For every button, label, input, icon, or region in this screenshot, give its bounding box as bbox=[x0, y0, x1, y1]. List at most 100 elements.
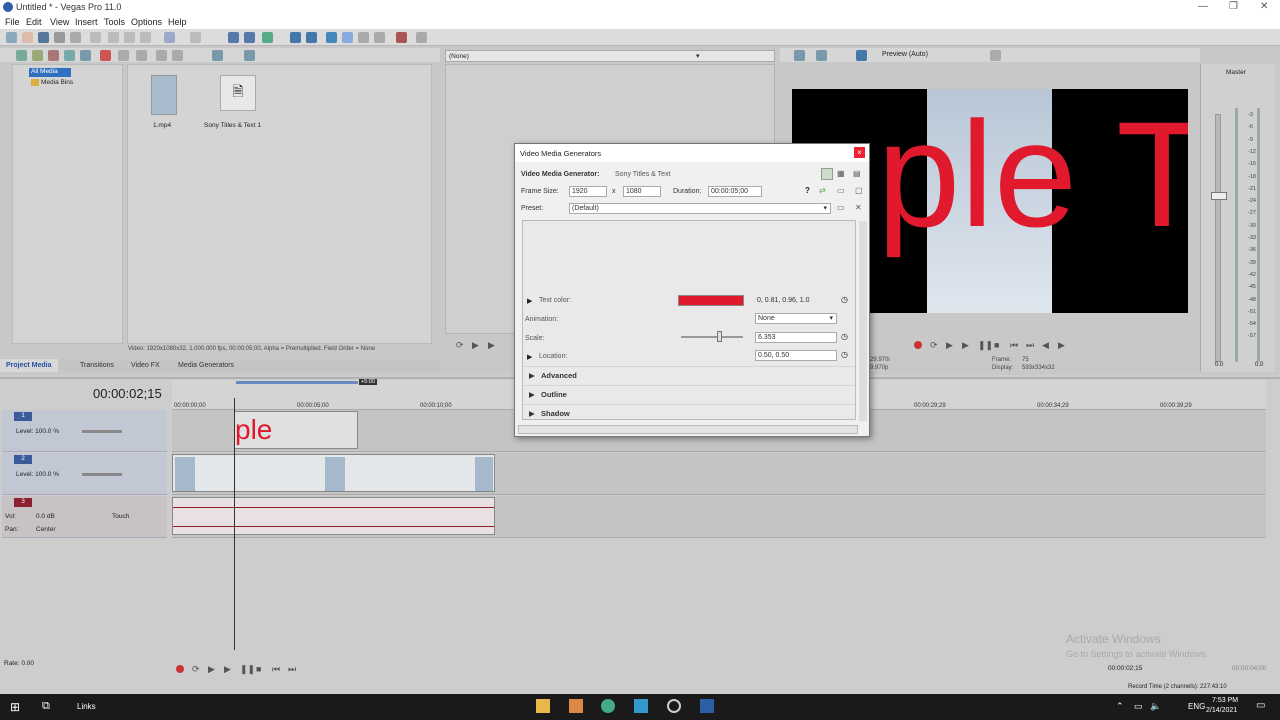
save-icon[interactable] bbox=[38, 32, 49, 43]
track-header-2[interactable]: 2 Level: 100.0 % bbox=[2, 453, 167, 495]
lock-envelopes-icon[interactable] bbox=[290, 32, 301, 43]
text-color-swatch[interactable] bbox=[678, 295, 744, 306]
animate-icon[interactable]: ◷ bbox=[841, 332, 848, 341]
paste-icon[interactable] bbox=[140, 32, 151, 43]
menu-options[interactable]: Options bbox=[131, 17, 162, 27]
animate-icon[interactable]: ◷ bbox=[841, 350, 848, 359]
save-as-icon[interactable] bbox=[54, 32, 65, 43]
scale-slider-track[interactable] bbox=[681, 336, 743, 338]
app-icon[interactable] bbox=[569, 699, 583, 713]
plug-in-chain-icon[interactable]: ⇄ bbox=[819, 186, 826, 195]
chrome-icon[interactable] bbox=[601, 699, 615, 713]
track-header-3[interactable]: 3 Vol: 0.0 dB Touch Pan: Center bbox=[2, 496, 167, 538]
remove-media-icon[interactable] bbox=[100, 50, 111, 61]
get-media-icon[interactable] bbox=[48, 50, 59, 61]
animate-icon[interactable]: ◷ bbox=[841, 295, 848, 304]
play-icon[interactable]: ▶ bbox=[488, 340, 495, 351]
auto-crossfade-icon[interactable] bbox=[244, 32, 255, 43]
new-icon[interactable] bbox=[6, 32, 17, 43]
text-color-value[interactable]: 0, 0.81, 0.96, 1.0 bbox=[757, 297, 810, 304]
tab-media-generators[interactable]: Media Generators bbox=[178, 362, 234, 369]
record-icon[interactable] bbox=[176, 665, 184, 673]
scale-slider-thumb[interactable] bbox=[717, 331, 723, 342]
tab-project-media[interactable]: Project Media bbox=[0, 359, 58, 372]
menu-edit[interactable]: Edit bbox=[26, 17, 42, 27]
search-icon[interactable] bbox=[244, 50, 255, 61]
loop-icon[interactable]: ⟳ bbox=[456, 340, 464, 351]
enable-snapping-icon[interactable] bbox=[228, 32, 239, 43]
menu-file[interactable]: File bbox=[5, 17, 20, 27]
audio-clip[interactable] bbox=[172, 497, 495, 535]
task-view-icon[interactable]: ⧉ bbox=[42, 700, 50, 713]
loop-region-bar[interactable] bbox=[236, 381, 358, 384]
automation-mode[interactable]: Touch bbox=[112, 513, 129, 520]
selection-tool-icon[interactable] bbox=[358, 32, 369, 43]
online-help-icon[interactable] bbox=[396, 32, 407, 43]
ignore-grouping-icon[interactable] bbox=[306, 32, 317, 43]
menu-view[interactable]: View bbox=[50, 17, 69, 27]
play-from-start-icon[interactable]: ▶ bbox=[472, 340, 479, 351]
video-clip[interactable] bbox=[172, 454, 495, 492]
frame-height-input[interactable]: 1080 bbox=[623, 186, 661, 197]
capture-video-icon[interactable] bbox=[32, 50, 43, 61]
redo-icon[interactable] bbox=[190, 32, 201, 43]
open-icon[interactable] bbox=[22, 32, 33, 43]
media-fx-icon[interactable] bbox=[118, 50, 129, 61]
undo-icon[interactable] bbox=[164, 32, 175, 43]
import-media-icon[interactable] bbox=[16, 50, 27, 61]
tree-item-all-media[interactable]: All Media bbox=[29, 68, 71, 77]
frame-width-input[interactable]: 1920 bbox=[569, 186, 607, 197]
record-icon[interactable] bbox=[914, 341, 922, 349]
level-slider[interactable] bbox=[82, 473, 122, 476]
text-edit-area[interactable] bbox=[523, 221, 855, 291]
trimmer-select[interactable]: (None) ▾ bbox=[445, 50, 775, 62]
expand-icon[interactable]: ▶ bbox=[527, 353, 532, 361]
minimize-icon[interactable]: — bbox=[1198, 1, 1208, 12]
close-icon[interactable]: ✕ bbox=[1260, 1, 1268, 12]
pause-icon[interactable]: ❚❚ bbox=[240, 664, 255, 675]
master-fader-handle[interactable] bbox=[1211, 192, 1227, 200]
loop-icon[interactable]: ⟳ bbox=[192, 664, 200, 675]
normal-edit-tool-icon[interactable] bbox=[326, 32, 337, 43]
render-icon[interactable] bbox=[70, 32, 81, 43]
network-icon[interactable]: ▭ bbox=[1134, 701, 1143, 712]
start-icon[interactable]: ⊞ bbox=[10, 700, 20, 714]
master-fader-track[interactable] bbox=[1215, 114, 1221, 362]
go-to-start-icon[interactable]: ⏮ bbox=[272, 664, 280, 675]
go-to-end-icon[interactable]: ⏭ bbox=[1026, 340, 1034, 351]
level-slider[interactable] bbox=[82, 430, 122, 433]
location-input[interactable]: 0.50, 0.50 bbox=[755, 350, 837, 361]
go-to-start-icon[interactable]: ⏮ bbox=[1010, 340, 1018, 351]
section-advanced[interactable]: ▶ Advanced bbox=[523, 366, 855, 384]
video-fx-icon[interactable] bbox=[856, 50, 867, 61]
menu-tools[interactable]: Tools bbox=[104, 17, 125, 27]
preview-quality-select[interactable]: Preview (Auto) bbox=[882, 51, 928, 58]
refresh-icon[interactable] bbox=[64, 50, 75, 61]
tree-item-media-bins[interactable]: Media Bins bbox=[41, 79, 73, 86]
track-header-1[interactable]: 1 Level: 100.0 % bbox=[2, 410, 167, 452]
zoom-tool-icon[interactable] bbox=[374, 32, 385, 43]
clock-time[interactable]: 7:53 PM bbox=[1212, 697, 1238, 704]
speaker-icon[interactable]: 🔈 bbox=[1150, 701, 1161, 712]
next-frame-icon[interactable]: ▶ bbox=[1058, 340, 1065, 351]
prev-frame-icon[interactable]: ◀ bbox=[1042, 340, 1049, 351]
delete-preset-icon[interactable]: ▢ bbox=[855, 186, 863, 195]
horizontal-scrollbar[interactable] bbox=[518, 425, 858, 434]
menu-help[interactable]: Help bbox=[168, 17, 187, 27]
playhead[interactable] bbox=[234, 398, 235, 650]
copy-snapshot-icon[interactable] bbox=[990, 50, 1001, 61]
tab-video-fx[interactable]: Video FX bbox=[131, 362, 160, 369]
properties-icon[interactable] bbox=[90, 32, 101, 43]
notifications-icon[interactable]: ▭ bbox=[1256, 700, 1265, 711]
links-toolbar[interactable]: Links bbox=[77, 702, 96, 711]
video-thumbnail[interactable] bbox=[151, 75, 177, 115]
animation-select[interactable]: None ▾ bbox=[755, 313, 837, 324]
section-shadow[interactable]: ▶ Shadow bbox=[523, 404, 855, 420]
go-to-end-icon[interactable]: ⏭ bbox=[288, 664, 296, 675]
vegas-icon[interactable] bbox=[700, 699, 714, 713]
language-indicator[interactable]: ENG bbox=[1188, 702, 1205, 711]
play-icon[interactable]: ▶ bbox=[224, 664, 231, 675]
play-icon[interactable] bbox=[172, 50, 183, 61]
play-icon[interactable]: ▶ bbox=[962, 340, 969, 351]
play-from-start-icon[interactable]: ▶ bbox=[946, 340, 953, 351]
